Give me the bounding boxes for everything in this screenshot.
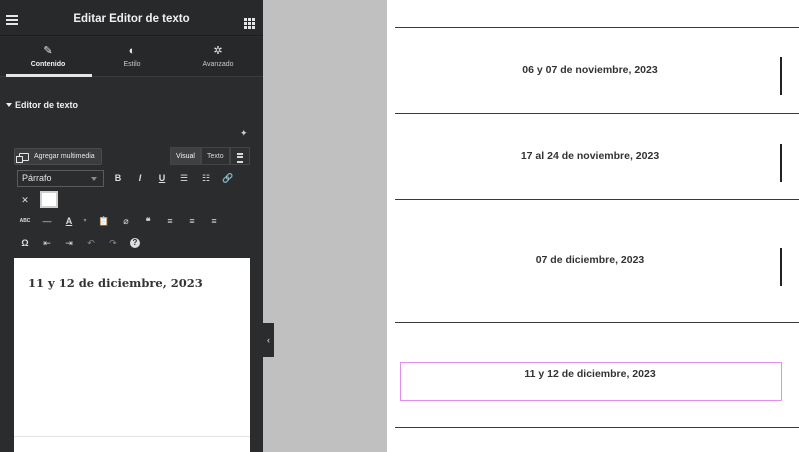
bullet-list-icon[interactable]: ☰ [177, 171, 191, 185]
active-tab-indicator [6, 74, 92, 77]
tab-visual[interactable]: Visual [170, 147, 201, 165]
divider [395, 322, 799, 323]
media-icon [16, 152, 29, 163]
align-center-icon[interactable]: ≡ [185, 214, 199, 228]
add-media-label: Agregar multimedia [34, 153, 95, 160]
section-title: Editor de texto [15, 100, 79, 110]
tab-content-label: Contenido [30, 61, 66, 68]
add-media-button[interactable]: Agregar multimedia [14, 148, 102, 165]
text-editor-area[interactable]: 11 y 12 de diciembre, 2023 [14, 258, 250, 452]
vertical-divider [780, 248, 782, 286]
vertical-divider [780, 57, 782, 95]
format-select-value: Párrafo [22, 173, 52, 183]
indent-icon[interactable]: ⇥ [62, 236, 76, 250]
contrast-icon: ◐ [128, 45, 136, 57]
align-left-icon[interactable]: ≡ [163, 214, 177, 228]
date-item-selected[interactable]: 11 y 12 de diciembre, 2023 [395, 368, 785, 380]
link-icon[interactable]: 🔗 [221, 171, 235, 185]
date-item[interactable]: 07 de diciembre, 2023 [395, 254, 785, 266]
panel-header: Editar Editor de texto [0, 0, 263, 36]
align-right-icon[interactable]: ≡ [207, 214, 221, 228]
chevron-down-icon[interactable]: ▾ [78, 214, 92, 228]
tab-text[interactable]: Texto [200, 147, 230, 165]
quote-button[interactable]: ❝ [141, 214, 155, 228]
ai-sparkle-icon[interactable]: ✦ [240, 128, 248, 139]
italic-button[interactable]: I [133, 171, 147, 185]
special-character-button[interactable]: Ω [18, 236, 32, 250]
redo-icon[interactable]: ↷ [106, 236, 120, 250]
toolbar-toggle-icon[interactable] [229, 147, 250, 165]
paste-text-icon[interactable]: 📋 [97, 214, 111, 228]
undo-icon[interactable]: ↶ [84, 236, 98, 250]
date-item[interactable]: 17 al 24 de noviembre, 2023 [395, 150, 785, 162]
tab-advanced-label: Avanzado [202, 61, 234, 68]
tab-content[interactable]: ✎ Contenido [4, 37, 92, 77]
widgets-grid-icon[interactable] [244, 18, 255, 29]
fullscreen-icon[interactable]: ✕ [18, 193, 32, 207]
clear-format-icon[interactable]: ⌀ [119, 214, 133, 228]
divider [395, 199, 799, 200]
editor-mode-tabs: Visual Texto [170, 147, 250, 165]
vertical-divider [780, 144, 782, 182]
bold-button[interactable]: B [111, 171, 125, 185]
tab-advanced[interactable]: ✲ Avanzado [174, 37, 262, 77]
tab-style-label: Estilo [123, 61, 141, 68]
gear-icon: ✲ [213, 45, 223, 57]
format-select[interactable]: Párrafo [17, 170, 104, 187]
outdent-icon[interactable]: ⇤ [40, 236, 54, 250]
underline-button[interactable]: U [155, 171, 169, 185]
horizontal-rule-icon[interactable]: — [40, 214, 54, 228]
text-color-icon[interactable]: A [62, 214, 76, 228]
editor-resize-bar[interactable] [14, 436, 250, 452]
collapse-panel-button[interactable]: ‹ [263, 323, 274, 357]
divider [395, 113, 799, 114]
panel-tabs: ✎ Contenido ◐ Estilo ✲ Avanzado [0, 37, 263, 77]
divider [395, 27, 799, 28]
tab-style[interactable]: ◐ Estilo [88, 37, 176, 77]
spellcheck-button[interactable]: ABC [18, 214, 32, 228]
chevron-down-icon [91, 177, 97, 181]
numbered-list-icon[interactable]: ☷ [199, 171, 213, 185]
editor-content: 11 y 12 de diciembre, 2023 [28, 276, 203, 290]
color-swatch[interactable] [40, 191, 58, 208]
section-toggle[interactable]: Editor de texto [6, 100, 78, 110]
help-button[interactable]: ? [130, 238, 140, 248]
divider [395, 427, 799, 428]
pencil-icon: ✎ [43, 45, 53, 57]
caret-down-icon [6, 103, 12, 107]
panel-title: Editar Editor de texto [73, 13, 190, 25]
date-item[interactable]: 06 y 07 de noviembre, 2023 [395, 64, 785, 76]
